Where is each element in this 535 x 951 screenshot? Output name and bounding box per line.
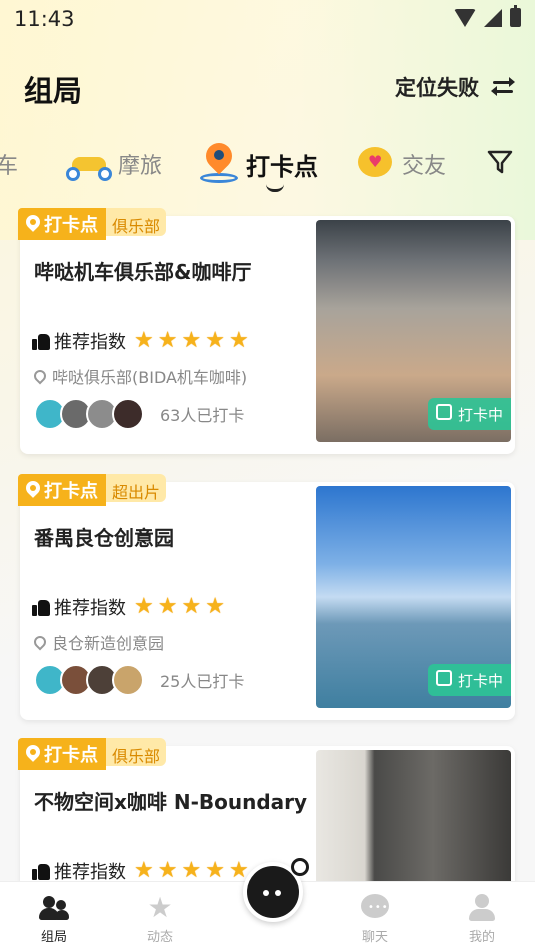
tab-label: 摩旅 [118,154,163,179]
checkin-status-tag: 打卡中 [427,664,511,696]
status-time: 11:43 [14,7,75,31]
recommend-label: 推荐指数 [54,598,126,619]
star-rating: ★ ★ ★ ★ ★ [134,330,249,352]
star-icon: ★ [157,858,178,883]
star-icon: ★ [205,858,225,883]
recommend-row: 推荐指数 ★ ★ ★ ★ [32,594,225,620]
nav-label: 组局 [40,930,67,945]
address-row: 哔哒俱乐部(BIDA机车咖啡) [31,364,248,388]
address-text: 哔哒俱乐部(BIDA机车咖啡) [52,368,248,387]
star-icon: ★ [134,594,154,619]
card-title: 番禺良仓创意园 [34,526,174,550]
avatar [112,398,144,430]
star-rating: ★ ★ ★ ★ ★ [134,860,249,882]
chat-bubble-icon: ••• [360,894,390,922]
heart-bubble-icon: ♥ [358,145,396,183]
status-icons [454,5,521,27]
refresh-icon[interactable] [491,75,515,99]
star-icon: ★ [181,594,202,619]
thumbs-up-icon [32,598,50,616]
bottom-navigation: 组局 ★ 动态 ••• 聊天 我的 [0,858,535,951]
place-photo[interactable]: 打卡中 [316,220,511,442]
filter-icon[interactable] [487,149,513,175]
card-tag: 超出片 [106,474,167,502]
star-icon: ★ [228,328,249,353]
star-icon: ★ [157,328,178,353]
bomb-icon [291,858,309,876]
tab-friends[interactable]: ♥ 交友 [358,136,446,192]
star-icon: ★ [205,328,225,353]
tab-car[interactable]: 车 [0,136,18,192]
tab-label: 车 [0,154,19,179]
star-rating: ★ ★ ★ ★ [134,596,225,618]
map-check-icon [435,404,452,420]
checkin-card[interactable]: 打卡点 超出片 番禺良仓创意园 推荐指数 ★ ★ ★ ★ 良仓新造创意园 25人已打卡… [18,474,515,720]
nav-label: 我的 [468,930,495,945]
tab-moto-travel[interactable]: 摩旅 [66,136,162,192]
badge-label: 打卡点 [44,481,98,502]
star-icon: ★ [181,328,202,353]
card-tag: 俱乐部 [106,738,167,766]
checkin-card[interactable]: 打卡点 俱乐部 哔哒机车俱乐部&咖啡厅 推荐指数 ★ ★ ★ ★ ★ 哔哒俱乐部(BID… [18,208,515,454]
page-title: 组局 [24,74,83,108]
people-icon [39,894,69,922]
card-title: 不物空间x咖啡 N-Boundary [34,790,308,814]
location-refresh-button[interactable]: 定位失败 [395,72,515,102]
card-badge: 打卡点 俱乐部 [18,738,167,770]
pin-icon [23,478,43,498]
checkin-status-tag: 打卡中 [427,398,511,430]
thumbs-up-icon [32,332,50,350]
card-badge: 打卡点 超出片 [18,474,167,506]
recommend-row: 推荐指数 ★ ★ ★ ★ ★ [32,328,249,354]
badge-label: 打卡点 [44,745,98,766]
visitor-avatars: 25人已打卡 [34,664,244,696]
star-icon: ★ [157,594,178,619]
battery-icon [510,5,521,27]
checkin-count: 25人已打卡 [160,672,245,691]
header: 组局 定位失败 [0,64,535,110]
location-pin-icon [31,633,49,651]
user-icon [467,894,497,922]
tab-checkin[interactable]: 打卡点 [198,136,318,192]
scooter-icon [66,145,112,183]
address-row: 良仓新造创意园 [31,630,165,654]
card-badge: 打卡点 俱乐部 [18,208,167,240]
recommend-label: 推荐指数 [54,332,126,353]
location-pin-icon [31,367,49,385]
nav-chat[interactable]: ••• 聊天 [335,894,415,945]
star-icon: ★ [134,858,154,883]
nav-feed[interactable]: ★ 动态 [120,891,200,946]
badge-label: 打卡点 [44,215,98,236]
star-icon: ★ [181,858,202,883]
wifi-icon [454,8,476,27]
pin-icon [23,742,43,762]
tab-label: 交友 [402,154,447,179]
address-text: 良仓新造创意园 [52,634,165,653]
nav-me[interactable]: 我的 [442,894,522,945]
card-title: 哔哒机车俱乐部&咖啡厅 [34,260,252,284]
place-photo[interactable]: 打卡中 [316,486,511,708]
map-check-icon [435,670,452,686]
tab-label: 打卡点 [246,152,318,181]
signal-icon [484,8,502,27]
location-status: 定位失败 [395,76,479,100]
star-icon: ★ [147,891,173,924]
checkin-count: 63人已打卡 [160,406,245,425]
nav-label: 聊天 [361,930,388,945]
star-icon: ★ [205,594,225,619]
star-icon: ★ [134,328,154,353]
nav-home[interactable]: 组局 [14,894,94,945]
thumbs-up-icon [32,862,50,880]
visitor-avatars: 63人已打卡 [34,398,244,430]
pin-icon [23,212,43,232]
avatar [112,664,144,696]
status-bar: 11:43 [0,0,535,38]
card-tag: 俱乐部 [106,208,167,236]
bomb-action-button[interactable] [243,858,309,922]
map-pin-icon [198,137,240,185]
nav-label: 动态 [146,930,173,945]
